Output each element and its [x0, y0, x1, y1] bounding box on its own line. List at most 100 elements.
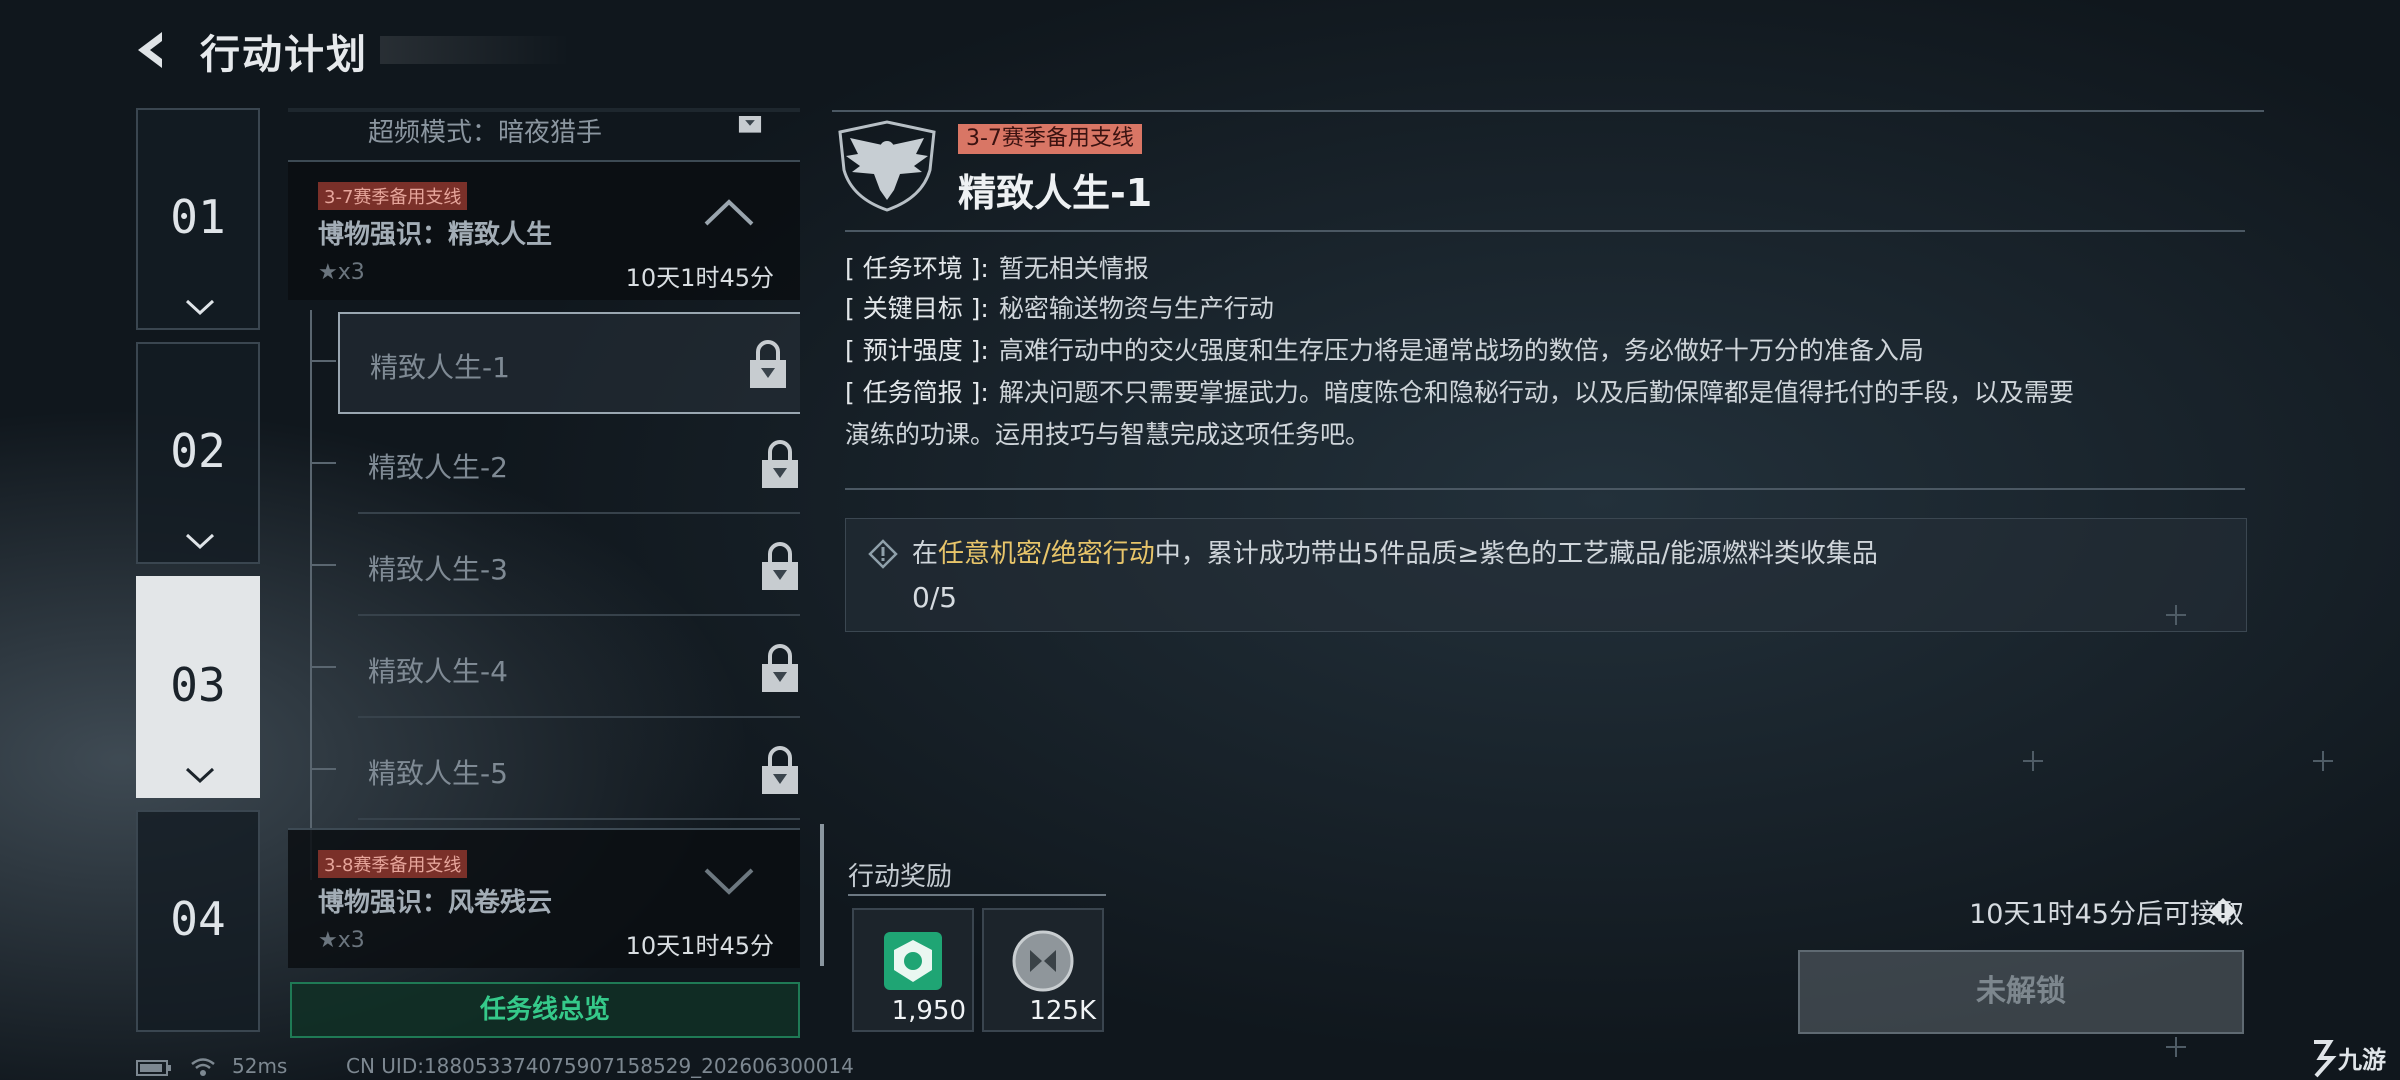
svg-text:九游: 九游 — [2337, 1046, 2386, 1074]
mission-group-card[interactable]: 3-7赛季备用支线 博物强识：精致人生 ★x3 10天1时45分 — [288, 160, 800, 300]
time-remaining: 10天1时45分 — [625, 264, 774, 292]
star-count: ★x3 — [318, 260, 365, 285]
crosshair-decoration — [2166, 605, 2186, 625]
list-item-partial[interactable]: 超频模式：暗夜猎手 — [288, 108, 800, 148]
sub-mission-item-5[interactable]: 精致人生-5 — [358, 720, 800, 820]
lock-icon — [762, 644, 798, 692]
chapter-number: 03 — [170, 658, 226, 712]
chapter-tab-01[interactable]: 01 — [136, 108, 260, 330]
back-arrow-icon[interactable] — [132, 28, 176, 72]
wifi-icon — [191, 1058, 215, 1076]
sub-mission-label: 精致人生-2 — [368, 451, 508, 484]
task-progress: 0/5 — [912, 581, 958, 614]
season-tag: 3-7赛季备用支线 — [958, 124, 1142, 154]
chapter-tab-02[interactable]: 02 — [136, 342, 260, 564]
info-objective: [ 关键目标 ]: 秘密输送物资与生产行动 — [845, 288, 1274, 330]
tree-branch — [312, 360, 336, 362]
tree-branch — [312, 666, 336, 668]
sub-mission-item-3[interactable]: 精致人生-3 — [358, 516, 800, 616]
mission-title: 精致人生-1 — [958, 171, 1153, 215]
info-key: [ 关键目标 ]: — [845, 294, 989, 323]
user-id: CN UID:1880533740759071585​29_2026063000… — [346, 1054, 854, 1078]
info-briefing: [ 任务简报 ]: 解决问题不只需要掌握武力。暗度陈仓和隐秘行动，以及后勤保障都是… — [845, 372, 2074, 414]
coin-icon — [1012, 930, 1074, 992]
sub-mission-label: 精致人生-5 — [368, 757, 508, 790]
mission-list: 超频模式：暗夜猎手 3-7赛季备用支线 博物强识：精致人生 ★x3 10天1时4… — [288, 108, 800, 968]
sub-mission-label: 精致人生-3 — [368, 553, 508, 586]
tree-branch — [312, 462, 336, 464]
divider — [832, 110, 2264, 112]
crosshair-decoration — [2313, 751, 2333, 771]
info-value: 秘密输送物资与生产行动 — [998, 294, 1274, 323]
crosshair-decoration — [2023, 751, 2043, 771]
task-description: 在任意机密/绝密行动中，累计成功带出5件品质≥紫色的工艺藏品/能源燃料类收集品 — [912, 533, 1878, 570]
chevron-down-icon[interactable] — [702, 866, 756, 896]
medal-icon — [884, 932, 942, 990]
chapter-number: 01 — [170, 190, 226, 244]
crosshair-decoration — [2166, 1037, 2186, 1057]
questline-overview-button[interactable]: 任务线总览 — [290, 982, 800, 1038]
time-remaining: 10天1时45分 — [625, 932, 774, 960]
page-title: 行动计划 — [200, 32, 368, 78]
task-text-prefix: 在 — [912, 539, 939, 569]
chevron-down-icon — [185, 767, 215, 784]
info-environment: [ 任务环境 ]: 暂无相关情报 — [845, 248, 1149, 290]
task-objective-box: 在任意机密/绝密行动中，累计成功带出5件品质≥紫色的工艺藏品/能源燃料类收集品 … — [845, 518, 2247, 632]
list-item-label: 超频模式：暗夜猎手 — [368, 118, 603, 148]
chapter-number: 02 — [170, 424, 226, 478]
sub-mission-item-1[interactable]: 精致人生-1 — [338, 312, 800, 414]
divider — [845, 230, 2245, 232]
info-value: 高难行动中的交火强度和生存压力将是通常战场的数倍，务必做好十万分的准备入局 — [998, 336, 1924, 365]
eagle-emblem-icon — [838, 120, 936, 212]
info-key: [ 预计强度 ]: — [845, 336, 989, 365]
reward-item[interactable]: 125K — [982, 908, 1104, 1032]
unlock-countdown: 10天1时45分后可接取 — [1969, 899, 2244, 930]
title-decoration — [380, 36, 570, 64]
sub-mission-item-2[interactable]: 精致人生-2 — [358, 414, 800, 514]
reward-count: 1,950 — [891, 996, 966, 1026]
chapter-tab-03[interactable]: 03 — [136, 576, 260, 798]
task-text-suffix: 中，累计成功带出5件品质≥紫色的工艺藏品/能源燃料类收集品 — [1154, 539, 1878, 569]
lock-icon — [762, 542, 798, 590]
lock-icon — [762, 440, 798, 488]
lock-icon — [738, 116, 762, 133]
sub-mission-label: 精致人生-4 — [368, 655, 508, 688]
chapter-tab-04[interactable]: 04 — [136, 810, 260, 1032]
star-count: ★x3 — [318, 928, 365, 953]
alert-diamond-icon — [868, 539, 898, 569]
tree-branch — [312, 564, 336, 566]
chevron-down-icon — [185, 299, 215, 316]
info-value: 解决问题不只需要掌握武力。暗度陈仓和隐秘行动，以及后勤保障都是值得托付的手段，以… — [998, 378, 2074, 407]
ping-indicator: 52ms — [232, 1054, 288, 1078]
info-briefing-continued: 演练的功课。运用技巧与智慧完成这项任务吧。 — [845, 414, 1370, 456]
season-tag: 3-8赛季备用支线 — [318, 850, 468, 878]
reward-count: 125K — [1029, 996, 1096, 1026]
battery-icon — [136, 1060, 171, 1076]
divider — [845, 488, 2245, 490]
info-value: 暂无相关情报 — [998, 254, 1149, 283]
sub-mission-label: 精致人生-1 — [370, 351, 510, 384]
rewards-label: 行动奖励 — [848, 862, 953, 892]
chevron-up-icon[interactable] — [702, 198, 756, 228]
group-title: 博物强识：风卷残云 — [318, 888, 553, 918]
mission-group-card[interactable]: 3-8赛季备用支线 博物强识：风卷残云 ★x3 10天1时45分 — [288, 828, 800, 968]
reward-item[interactable]: 1,950 — [852, 908, 974, 1032]
tree-connector — [310, 310, 312, 880]
info-value: 演练的功课。运用技巧与智慧完成这项任务吧。 — [845, 420, 1371, 449]
season-tag: 3-7赛季备用支线 — [318, 182, 468, 210]
info-key: [ 任务环境 ]: — [845, 254, 989, 283]
info-intensity: [ 预计强度 ]: 高难行动中的交火强度和生存压力将是通常战场的数倍，务必做好十万… — [845, 330, 1924, 372]
task-highlight: 任意机密/绝密行动 — [938, 539, 1155, 569]
sub-mission-item-4[interactable]: 精致人生-4 — [358, 618, 800, 718]
locked-accept-button[interactable]: 未解锁 — [1798, 950, 2244, 1034]
tree-branch — [312, 768, 336, 770]
lock-icon — [750, 340, 786, 388]
group-title: 博物强识：精致人生 — [318, 220, 553, 250]
list-scrollbar[interactable] — [820, 824, 824, 966]
watermark-logo: 九游 — [2314, 1040, 2386, 1078]
alert-diamond-icon[interactable] — [2208, 896, 2238, 926]
lock-icon — [762, 746, 798, 794]
chapter-number: 04 — [170, 892, 226, 946]
chevron-down-icon — [185, 533, 215, 550]
divider — [848, 894, 1106, 896]
